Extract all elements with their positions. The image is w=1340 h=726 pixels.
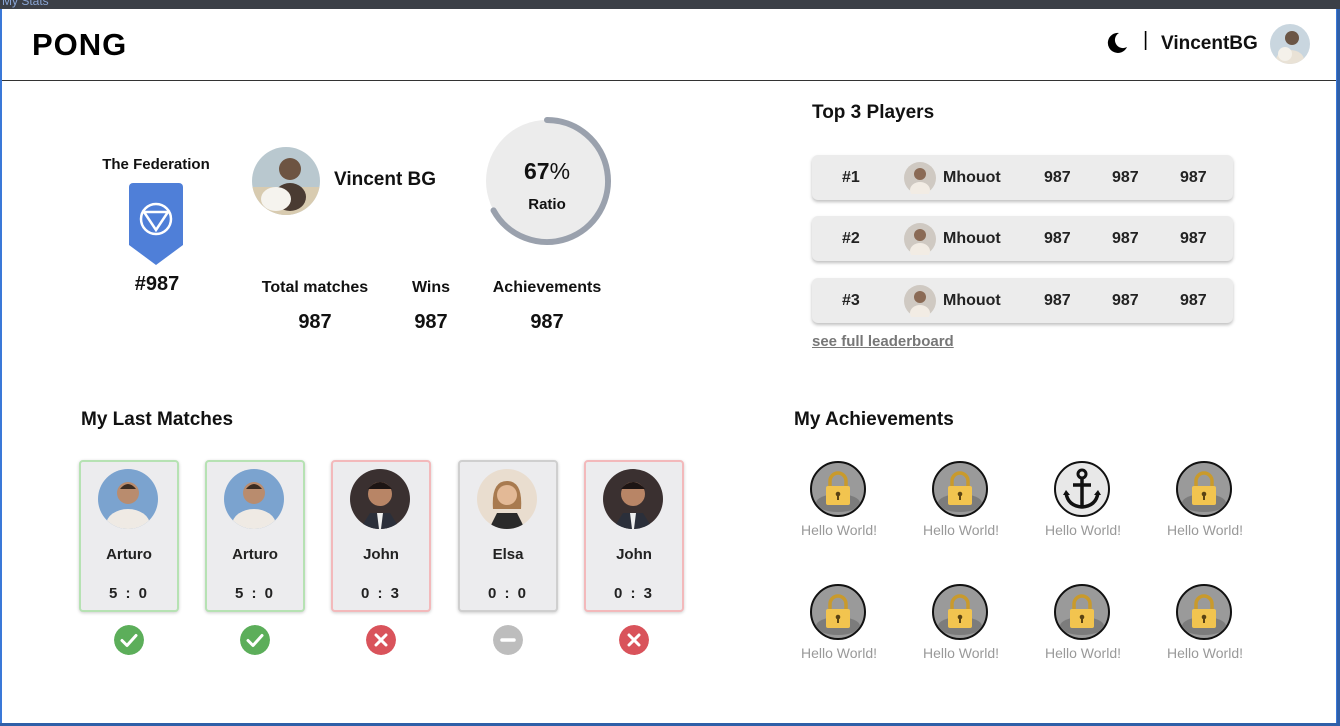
match-score: 0 : 3 xyxy=(613,585,654,602)
match-card[interactable]: Elsa 0 : 0 xyxy=(458,460,558,612)
player-avatar xyxy=(904,223,936,255)
leaderboard-rank: #1 xyxy=(842,169,860,186)
leaderboard-player-name[interactable]: Mhouot xyxy=(943,292,1001,310)
match-card[interactable]: John 0 : 3 xyxy=(331,460,431,612)
app-window: PONG | VincentBG The Federation #987 Vin… xyxy=(0,9,1337,723)
lock-icon xyxy=(1182,594,1226,635)
opponent-name: John xyxy=(363,546,399,563)
leaderboard-value: 987 xyxy=(1044,169,1071,186)
opponent-avatar xyxy=(224,469,284,529)
opponent-avatar xyxy=(350,469,410,529)
opponent-name: Arturo xyxy=(232,546,278,563)
header-avatar[interactable] xyxy=(1270,24,1310,64)
achievement-label: Hello World! xyxy=(801,645,877,661)
anchor-icon xyxy=(1063,468,1101,509)
achievement-label: Hello World! xyxy=(1045,645,1121,661)
leaderboard-value: 987 xyxy=(1044,292,1071,309)
full-leaderboard-link[interactable]: see full leaderboard xyxy=(812,333,954,350)
leaderboard-rank: #3 xyxy=(842,292,860,309)
loss-x-icon xyxy=(366,625,396,655)
leaderboard-value: 987 xyxy=(1112,169,1139,186)
win-check-icon xyxy=(114,625,144,655)
lock-icon xyxy=(938,471,982,512)
match-card[interactable]: Arturo 5 : 0 xyxy=(79,460,179,612)
stat-label-total: Total matches xyxy=(261,279,369,296)
match-card[interactable]: Arturo 5 : 0 xyxy=(205,460,305,612)
ratio-value: 67% xyxy=(523,158,571,184)
stat-label-achievements: Achievements xyxy=(492,279,602,296)
lock-icon xyxy=(1182,471,1226,512)
stat-value-wins: 987 xyxy=(414,311,448,333)
leaderboard-value: 987 xyxy=(1112,292,1139,309)
leaderboard-player-name[interactable]: Mhouot xyxy=(943,230,1001,248)
match-score: 0 : 0 xyxy=(487,585,528,602)
profile-name: Vincent BG xyxy=(334,169,437,190)
header-username[interactable]: VincentBG xyxy=(1161,33,1258,55)
lock-icon xyxy=(1060,594,1104,635)
leaderboard-row[interactable]: #2 Mhouot 987 987 987 xyxy=(812,216,1233,261)
leaderboard-value: 987 xyxy=(1044,230,1071,247)
header-separator: | xyxy=(1143,29,1149,51)
player-avatar xyxy=(904,162,936,194)
leaderboard-rank: #2 xyxy=(842,230,860,247)
win-check-icon xyxy=(240,625,270,655)
leaderboard-row[interactable]: #3 Mhouot 987 987 987 xyxy=(812,278,1233,323)
match-card[interactable]: John 0 : 3 xyxy=(584,460,684,612)
leaderboard-row[interactable]: #1 Mhouot 987 987 987 xyxy=(812,155,1233,200)
lock-icon xyxy=(816,594,860,635)
player-rank: #987 xyxy=(134,273,180,295)
group-label: The Federation xyxy=(102,156,210,173)
leaderboard-title: Top 3 Players xyxy=(812,102,935,123)
achievement-label: Hello World! xyxy=(1045,522,1121,538)
draw-minus-icon xyxy=(493,625,523,655)
os-title-bar: My Stats xyxy=(0,0,1340,9)
achievement-label: Hello World! xyxy=(923,645,999,661)
header: PONG | VincentBG xyxy=(2,9,1336,81)
opponent-name: John xyxy=(616,546,652,563)
opponent-name: Arturo xyxy=(106,546,152,563)
achievement-label: Hello World! xyxy=(1167,645,1243,661)
profile-avatar xyxy=(252,147,320,215)
lock-icon xyxy=(816,471,860,512)
opponent-avatar xyxy=(477,469,537,529)
app-logo[interactable]: PONG xyxy=(32,27,127,63)
leaderboard-value: 987 xyxy=(1180,230,1207,247)
match-score: 0 : 3 xyxy=(360,585,401,602)
leaderboard-player-name[interactable]: Mhouot xyxy=(943,169,1001,187)
moon-icon[interactable] xyxy=(1105,31,1129,55)
achievements-title: My Achievements xyxy=(794,409,954,430)
lock-icon xyxy=(938,594,982,635)
leaderboard-value: 987 xyxy=(1112,230,1139,247)
achievement-label: Hello World! xyxy=(801,522,877,538)
leaderboard-value: 987 xyxy=(1180,169,1207,186)
stat-value-achievements: 987 xyxy=(530,311,564,333)
match-score: 5 : 0 xyxy=(234,585,275,602)
achievement-label: Hello World! xyxy=(1167,522,1243,538)
last-matches-title: My Last Matches xyxy=(81,409,234,430)
player-avatar xyxy=(904,285,936,317)
leaderboard-value: 987 xyxy=(1180,292,1207,309)
ratio-gauge: 67% Ratio xyxy=(482,116,612,246)
window-title: My Stats xyxy=(2,0,49,8)
opponent-avatar xyxy=(98,469,158,529)
match-score: 5 : 0 xyxy=(108,585,149,602)
loss-x-icon xyxy=(619,625,649,655)
stat-value-total: 987 xyxy=(298,311,332,333)
opponent-avatar xyxy=(603,469,663,529)
stat-label-wins: Wins xyxy=(411,279,451,296)
ratio-label: Ratio xyxy=(528,196,566,213)
opponent-name: Elsa xyxy=(492,546,524,563)
federation-badge-icon xyxy=(129,183,183,265)
achievement-label: Hello World! xyxy=(923,522,999,538)
